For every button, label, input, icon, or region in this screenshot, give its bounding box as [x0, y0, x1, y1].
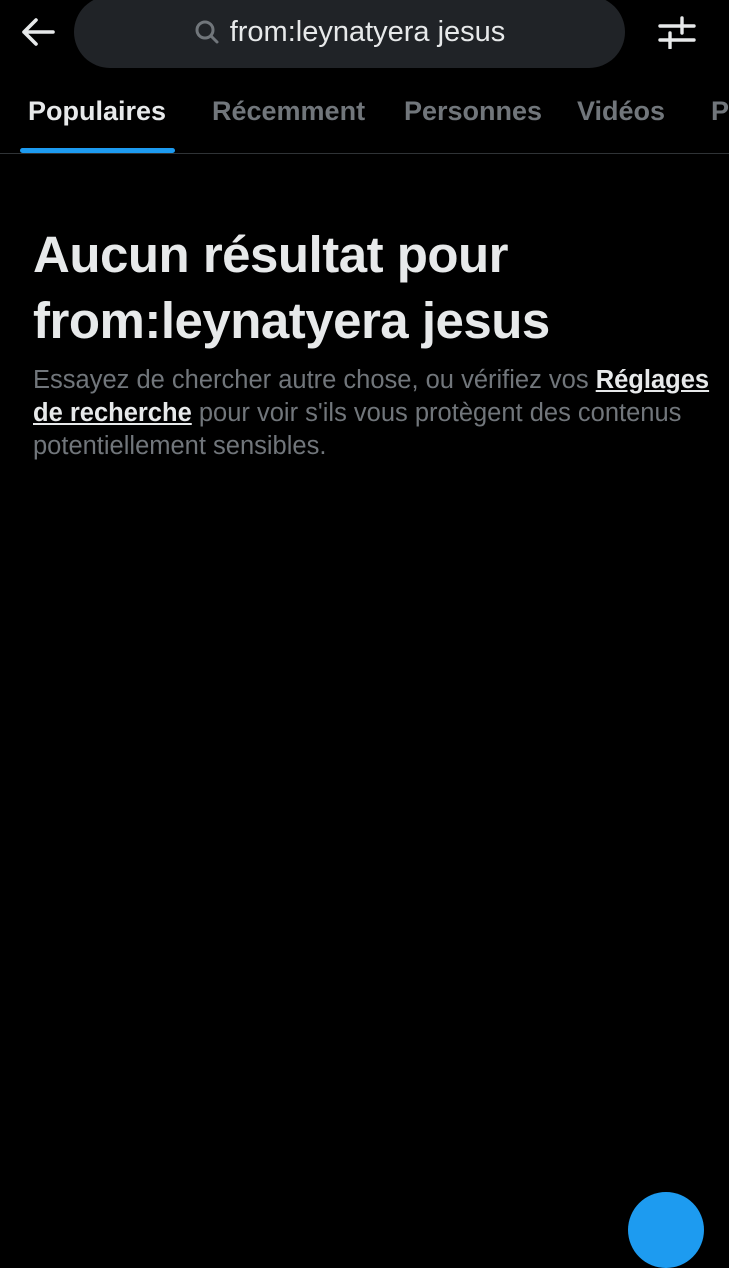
- tab-partially-visible[interactable]: P: [711, 96, 729, 127]
- search-query[interactable]: from:leynatyera jesus: [230, 16, 506, 49]
- tab-videos[interactable]: Vidéos: [577, 96, 665, 127]
- search-tabs: Populaires Récemment Personnes Vidéos P: [0, 82, 729, 154]
- search-filters-button[interactable]: [652, 10, 702, 54]
- back-button[interactable]: [16, 10, 60, 54]
- tab-personnes[interactable]: Personnes: [404, 96, 542, 127]
- search-icon: [194, 19, 220, 45]
- sliders-icon: [658, 16, 696, 49]
- empty-state-title: Aucun résultat pour from:leynatyera jesu…: [33, 226, 550, 349]
- top-bar: from:leynatyera jesus: [0, 0, 729, 80]
- arrow-left-icon: [22, 18, 55, 46]
- active-tab-indicator: [20, 148, 175, 153]
- search-field[interactable]: from:leynatyera jesus: [74, 0, 625, 68]
- compose-button[interactable]: [628, 1192, 704, 1268]
- empty-state-text-before: Essayez de chercher autre chose, ou véri…: [33, 366, 596, 394]
- tab-recemment[interactable]: Récemment: [212, 96, 365, 127]
- empty-state-description: Essayez de chercher autre chose, ou véri…: [33, 364, 713, 463]
- tab-populaires[interactable]: Populaires: [28, 96, 166, 127]
